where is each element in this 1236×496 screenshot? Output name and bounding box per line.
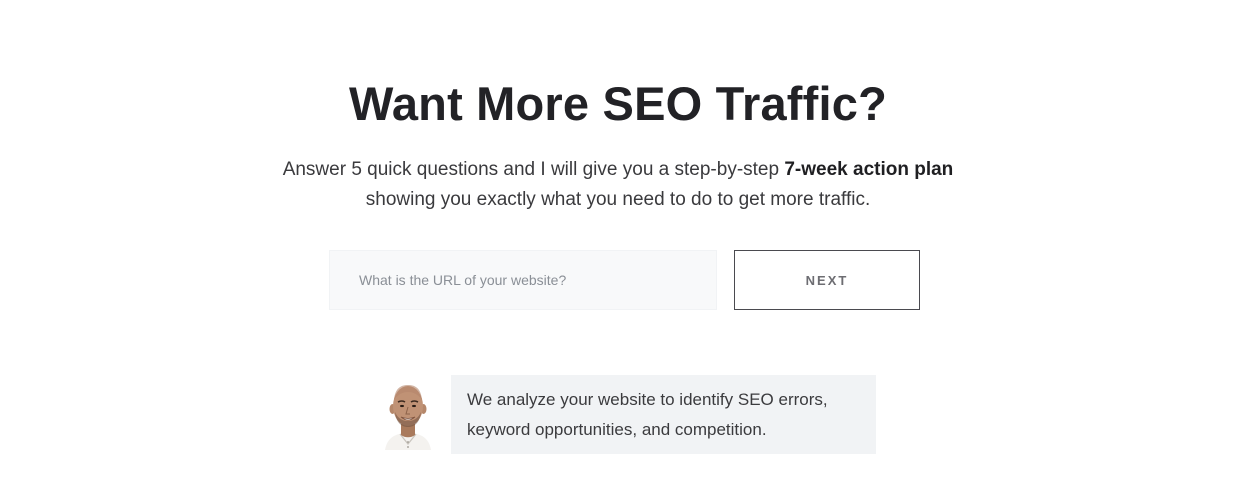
page-title: Want More SEO Traffic?	[349, 77, 887, 130]
person-portrait-icon	[385, 385, 431, 450]
website-url-input[interactable]	[329, 250, 717, 310]
subtext-highlight: 7-week action plan	[784, 159, 954, 180]
subtext-intro: Answer 5 quick questions and I will give…	[282, 159, 785, 180]
page: Want More SEO Traffic? Answer 5 quick qu…	[0, 0, 1236, 496]
hero-subtext: Answer 5 quick questions and I will give…	[0, 155, 1236, 215]
subtext-continuation: showing you exactly what you need to do …	[365, 189, 871, 210]
avatar	[381, 378, 435, 450]
testimonial-line-2: keyword opportunities, and competition.	[467, 420, 767, 439]
testimonial-line-1: We analyze your website to identify SEO …	[467, 390, 828, 409]
testimonial-bubble: We analyze your website to identify SEO …	[451, 375, 876, 454]
next-button[interactable]: NEXT	[734, 250, 920, 310]
